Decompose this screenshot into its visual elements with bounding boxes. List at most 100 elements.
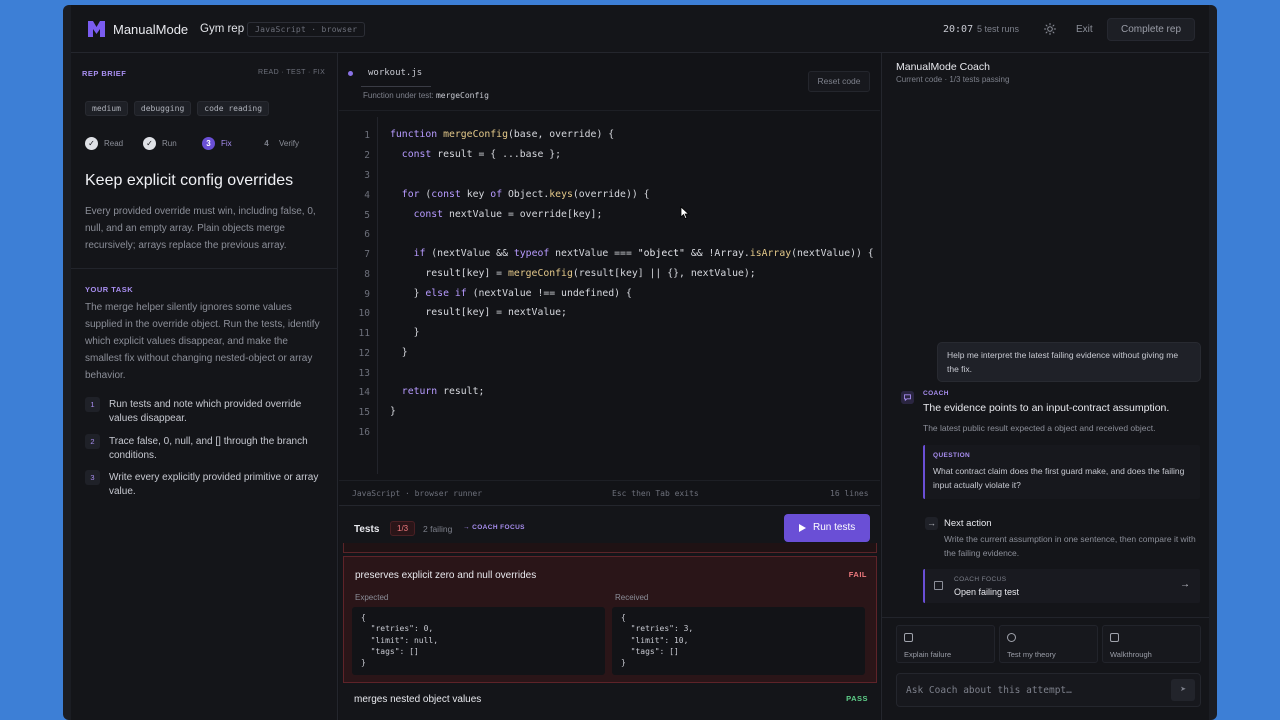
- walkthrough-button[interactable]: Walkthrough: [1102, 625, 1201, 663]
- question-icon: [1007, 633, 1016, 642]
- line-number: 5: [364, 210, 370, 221]
- chat-bubble-icon: [901, 391, 914, 404]
- code-line: }: [390, 347, 408, 358]
- timer: 20:07: [943, 24, 974, 35]
- run-tests-label: Run tests: [813, 522, 856, 533]
- task-item: 2 Trace false, 0, null, and [] through t…: [85, 434, 325, 463]
- coach-subtitle: Current code · 1/3 tests passing: [896, 75, 1010, 84]
- line-number: 1: [364, 130, 370, 141]
- line-number: 4: [364, 190, 370, 201]
- fail-badge: FAIL: [848, 570, 867, 579]
- function-name: mergeConfig: [435, 91, 489, 100]
- tag-difficulty: medium: [85, 101, 128, 116]
- line-number: 15: [358, 407, 370, 418]
- tab-underline: [361, 86, 431, 87]
- app-window: ManualMode Gym rep JavaScript · browser …: [71, 5, 1209, 720]
- coach-question-card: QUESTION What contract claim does the fi…: [923, 445, 1200, 499]
- code-line: function mergeConfig(base, override) {: [390, 129, 615, 140]
- complete-rep-button[interactable]: Complete rep: [1107, 18, 1195, 41]
- line-number: 13: [358, 368, 370, 379]
- task-number: 2: [85, 434, 100, 449]
- top-bar: ManualMode Gym rep JavaScript · browser …: [71, 5, 1209, 53]
- question-label: QUESTION: [933, 452, 971, 459]
- received-label: Received: [615, 593, 649, 602]
- line-number: 7: [364, 249, 370, 260]
- step-label: Fix: [221, 139, 232, 148]
- coach-message-detail: The latest public result expected a obje…: [923, 423, 1156, 433]
- test-result-failing[interactable]: preserves explicit zero and null overrid…: [343, 556, 877, 683]
- step-number: 4: [264, 139, 269, 148]
- rep-phases: READ · TEST · FIX: [258, 69, 326, 76]
- test-my-theory-button[interactable]: Test my theory: [999, 625, 1098, 663]
- next-action-title: Next action: [944, 518, 992, 529]
- open-failing-test-label: Open failing test: [954, 587, 1020, 597]
- expected-value: { "retries": 0, "limit": null, "tags": […: [352, 607, 605, 675]
- quick-action-label: Explain failure: [904, 650, 952, 659]
- exit-hint: Esc then Tab exits: [612, 489, 699, 498]
- coach-author-label: COACH: [923, 390, 949, 397]
- tag-skill: code reading: [197, 101, 270, 116]
- test-name[interactable]: merges nested object values: [354, 694, 481, 705]
- code-line: const nextValue = override[key];: [413, 209, 603, 220]
- arrow-right-icon: →: [925, 517, 938, 530]
- tests-pass-count: 1/3: [390, 521, 416, 536]
- line-number: 8: [364, 269, 370, 280]
- coach-focus-badge: → COACH FOCUS: [463, 524, 525, 531]
- step-run: ✓ Run: [143, 137, 177, 150]
- reset-code-button[interactable]: Reset code: [808, 71, 870, 92]
- failing-count: 2 failing: [423, 524, 453, 534]
- tests-panel: Tests 1/3 2 failing → COACH FOCUS Run te…: [339, 505, 880, 720]
- task-number: 1: [85, 397, 100, 412]
- function-under-test: Function under test: mergeConfig: [363, 91, 489, 100]
- mouse-cursor-icon: [680, 206, 690, 220]
- line-number: 6: [364, 229, 370, 240]
- mode-label: Gym rep: [200, 23, 245, 35]
- code-line: }: [390, 327, 420, 338]
- line-number: 2: [364, 150, 370, 161]
- line-number: 9: [364, 289, 370, 300]
- ask-coach-input[interactable]: [897, 674, 1162, 706]
- code-editor: workout.js Function under test: mergeCon…: [339, 53, 880, 505]
- step-read: ✓ Read: [85, 137, 123, 150]
- check-icon: ✓: [85, 137, 98, 150]
- exercise-description: Every provided override must win, includ…: [85, 206, 316, 251]
- step-fix: 3 Fix: [202, 137, 232, 150]
- document-icon: [904, 633, 913, 642]
- walkthrough-icon: [1110, 633, 1119, 642]
- step-label: Read: [104, 139, 124, 148]
- line-number: 14: [358, 387, 370, 398]
- test-result-previous: [343, 543, 877, 553]
- task-title: YOUR TASK: [85, 285, 134, 294]
- exit-button[interactable]: Exit: [1076, 24, 1093, 35]
- code-area[interactable]: 1 2 3 4 5 6 7 8 9 10 11 12 13 14 15 16 f…: [339, 110, 880, 480]
- pass-badge: PASS: [846, 694, 868, 703]
- sun-icon[interactable]: [1044, 23, 1056, 35]
- next-action-text: Write the current assumption in one sent…: [944, 534, 1196, 558]
- open-failing-test-card[interactable]: COACH FOCUS Open failing test →: [923, 569, 1200, 603]
- send-icon[interactable]: ➤: [1171, 679, 1195, 701]
- run-tests-button[interactable]: Run tests: [784, 514, 870, 542]
- task-text: Run tests and note which provided overri…: [109, 399, 302, 424]
- divider: [71, 268, 338, 269]
- test-name: preserves explicit zero and null overrid…: [355, 570, 537, 581]
- step-verify: 4 Verify: [260, 137, 299, 150]
- test-file-icon: [934, 581, 943, 590]
- manualmode-logo-icon: [88, 21, 105, 37]
- explain-failure-button[interactable]: Explain failure: [896, 625, 995, 663]
- divider: [882, 617, 1209, 618]
- coach-message-heading: The evidence points to an input-contract…: [923, 402, 1170, 414]
- step-label: Verify: [279, 139, 300, 148]
- task-text: Trace false, 0, null, and [] through the…: [109, 436, 308, 461]
- editor-status-bar: JavaScript · browser runner Esc then Tab…: [339, 480, 880, 505]
- code-line: }: [390, 406, 396, 417]
- user-message: Help me interpret the latest failing evi…: [937, 342, 1201, 382]
- question-text: What contract claim does the first guard…: [933, 466, 1185, 490]
- rep-brief-title: REP BRIEF: [82, 69, 127, 78]
- line-number: 16: [358, 427, 370, 438]
- task-description: The merge helper silently ignores some v…: [85, 302, 320, 381]
- runtime-label: JavaScript · browser runner: [352, 489, 483, 498]
- tag-list: medium debugging code reading: [85, 101, 270, 116]
- file-tab[interactable]: workout.js: [368, 68, 422, 78]
- code-line: const result = { ...base };: [401, 149, 562, 160]
- function-label: Function under test:: [363, 91, 434, 100]
